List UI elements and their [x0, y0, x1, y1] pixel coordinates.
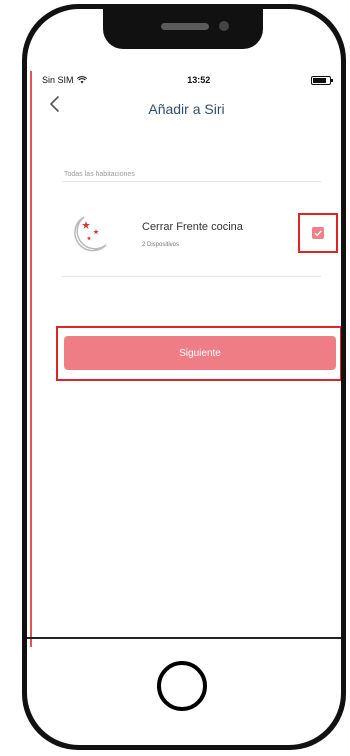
page-title: Añadir a Siri [148, 101, 225, 117]
status-bar: Sin SIM 13:52 [32, 71, 341, 89]
phone-frame: Sin SIM 13:52 Añadir a Siri Todas las ha… [22, 4, 346, 750]
moon-stars-icon [74, 216, 107, 252]
carrier-label: Sin SIM [42, 75, 74, 85]
check-icon [314, 230, 322, 237]
checkbox-highlight [298, 213, 338, 253]
nav-bar: Añadir a Siri [32, 89, 341, 129]
speaker-grille [161, 23, 209, 30]
battery-level [312, 77, 326, 83]
device-name: Cerrar Frente cocina [142, 221, 243, 233]
status-left: Sin SIM [42, 75, 87, 85]
home-button[interactable] [157, 661, 207, 711]
device-checkbox[interactable] [312, 227, 324, 239]
phone-notch [103, 9, 263, 49]
front-camera [219, 21, 229, 31]
home-area [27, 637, 341, 745]
section-label: Todas las habitaciones [64, 171, 135, 178]
battery-icon [310, 75, 333, 85]
device-subtitle: 2 Dispositivos [142, 242, 180, 248]
section-divider-top [62, 181, 321, 182]
section-divider-bottom [62, 276, 321, 277]
app-screen: Sin SIM 13:52 Añadir a Siri Todas las ha… [30, 71, 341, 647]
status-time: 13:52 [187, 75, 211, 85]
button-highlight: Siguiente [56, 326, 341, 381]
wifi-icon [76, 76, 87, 84]
phone-bezel: Sin SIM 13:52 Añadir a Siri Todas las ha… [27, 9, 341, 745]
next-button[interactable]: Siguiente [64, 336, 336, 370]
